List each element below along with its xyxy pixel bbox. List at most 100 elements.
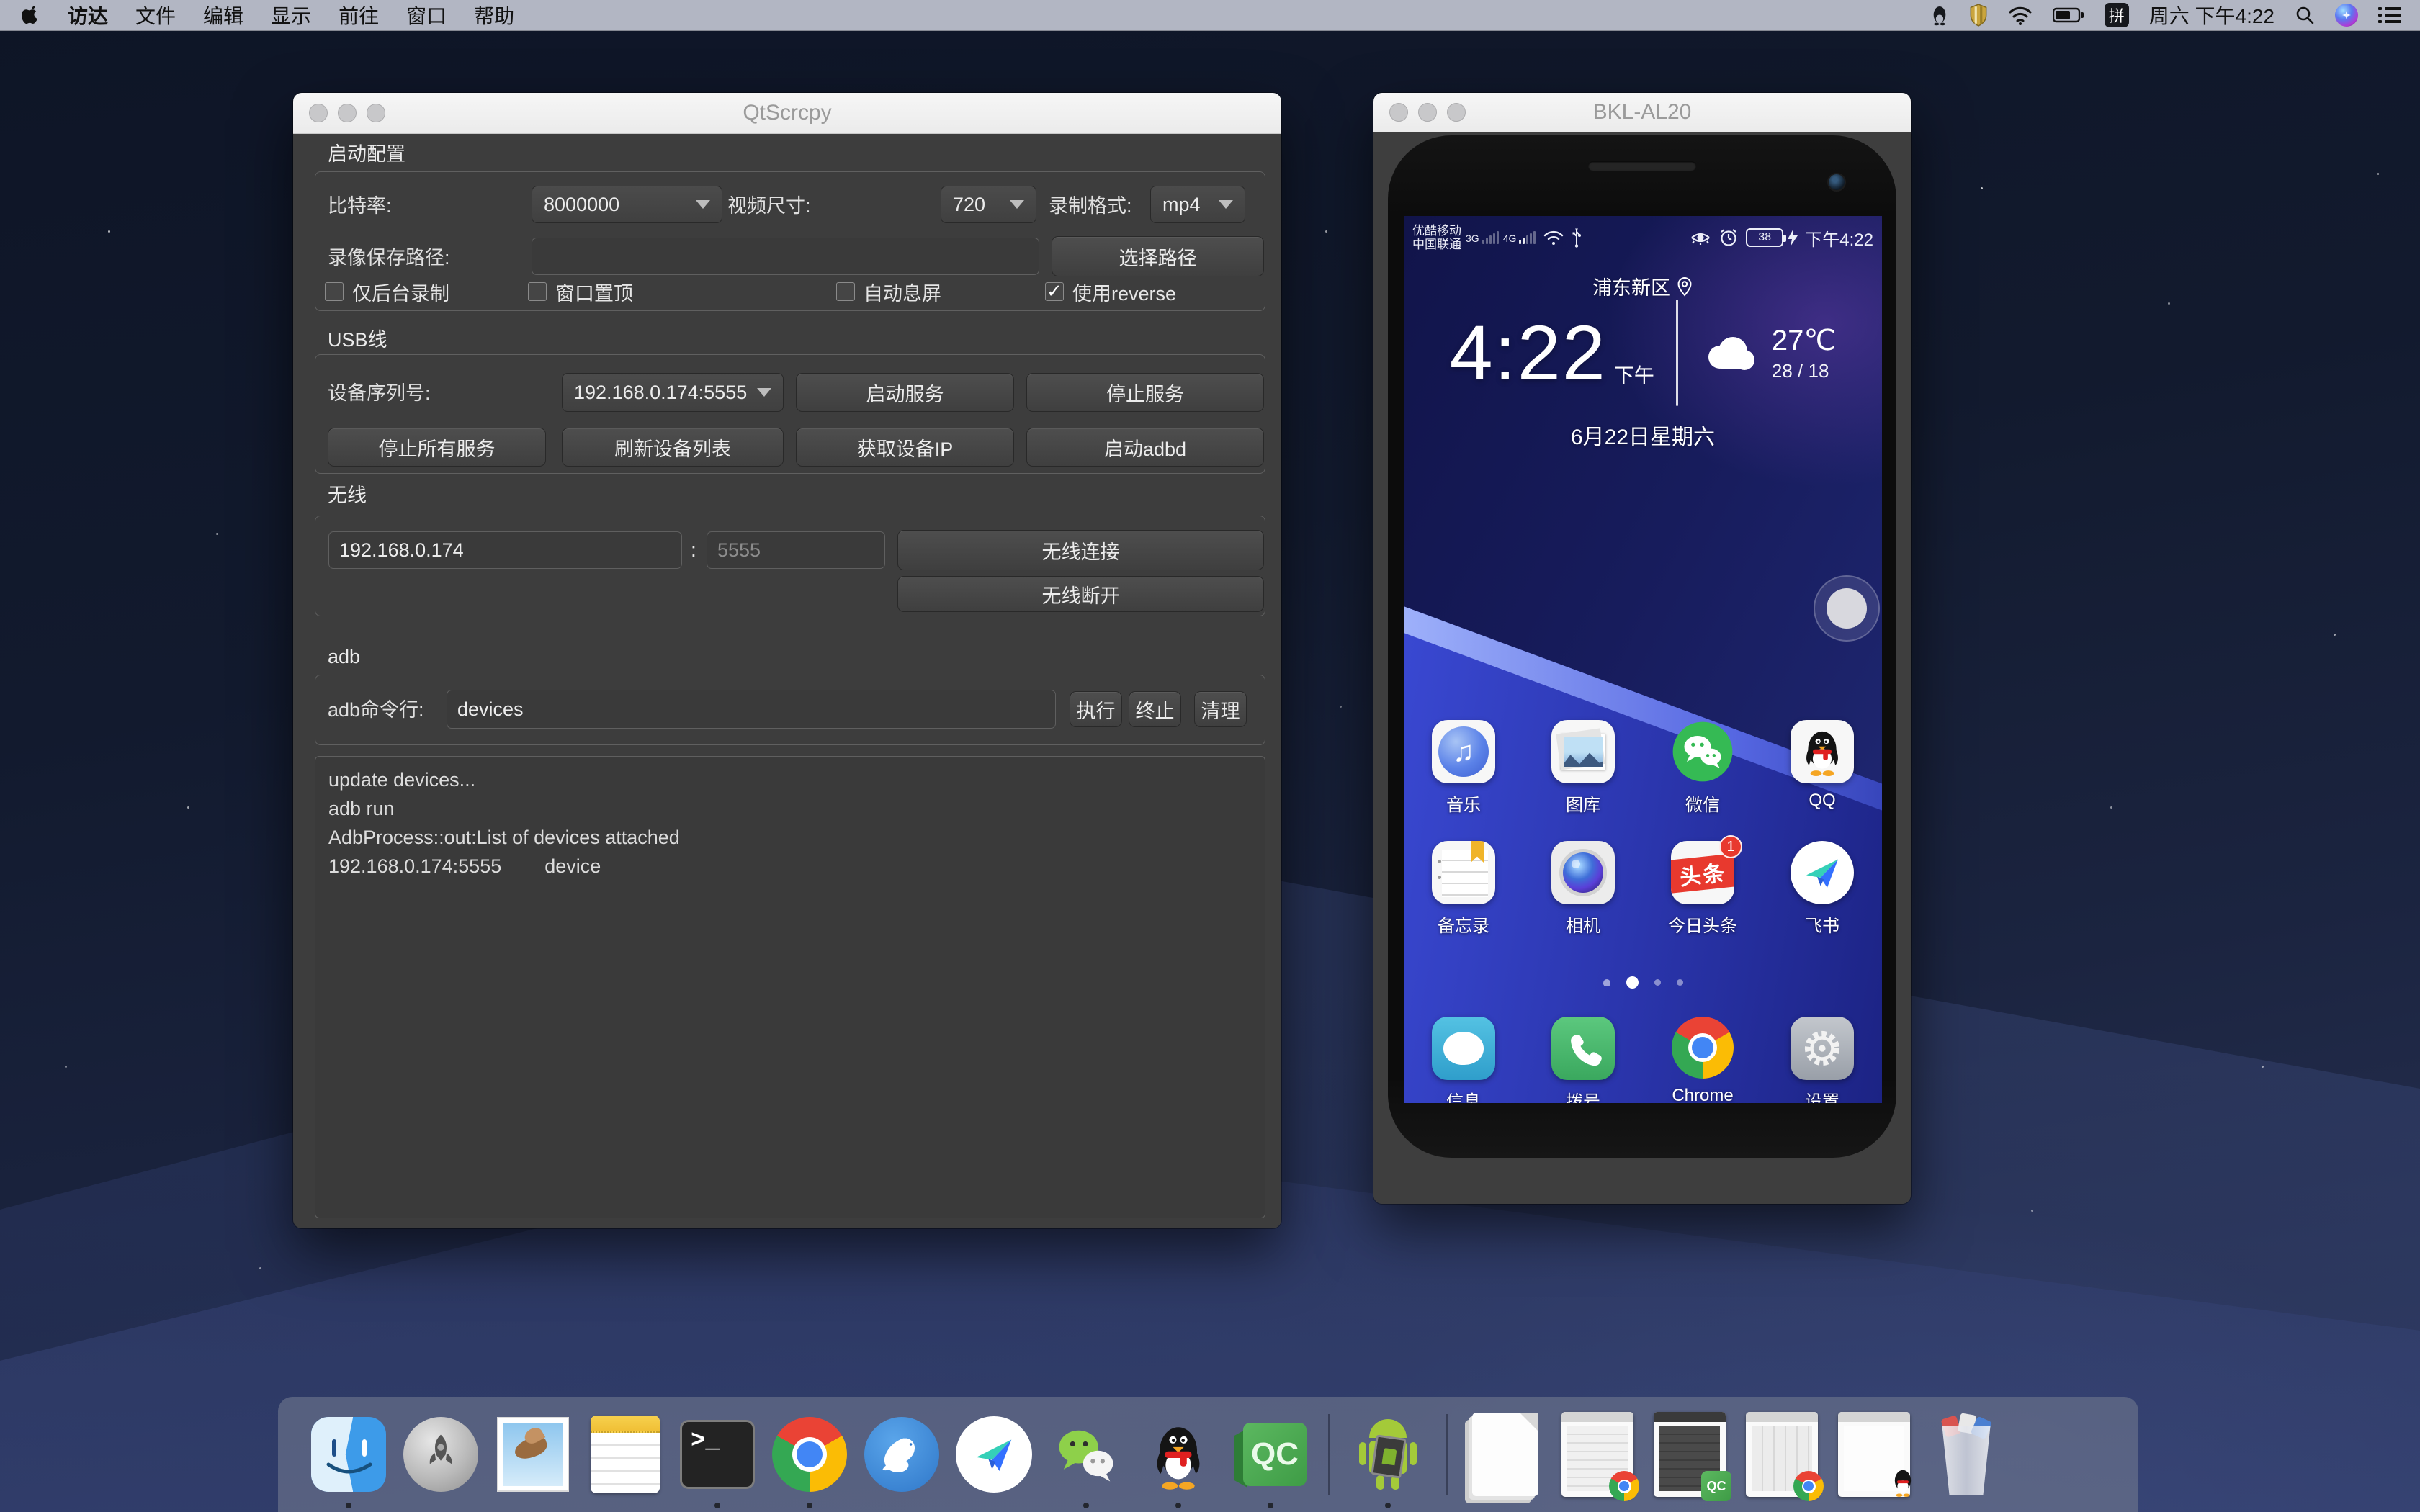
bitrate-select[interactable]: 8000000 — [532, 186, 722, 223]
dock-notes[interactable] — [579, 1397, 671, 1512]
app-music[interactable]: ♫ 音乐 — [1410, 720, 1518, 816]
dock-minimized-chrome-window[interactable] — [1551, 1397, 1644, 1512]
start-service-button[interactable]: 启动服务 — [796, 373, 1014, 412]
feishu-app-icon[interactable] — [1791, 841, 1854, 904]
video-size-select[interactable]: 720 — [941, 186, 1036, 223]
dock-trash[interactable] — [1920, 1397, 2012, 1512]
phone-window-titlebar[interactable]: BKL-AL20 — [1373, 93, 1911, 132]
dock-terminal[interactable]: >_ — [671, 1397, 763, 1512]
stop-all-services-button[interactable]: 停止所有服务 — [328, 428, 546, 467]
dock-launchpad[interactable] — [395, 1397, 487, 1512]
dock-feishu[interactable] — [948, 1397, 1040, 1512]
notes-app-icon[interactable] — [1432, 841, 1495, 904]
app-gallery[interactable]: 图库 — [1529, 720, 1637, 816]
dialer-app-icon[interactable] — [1551, 1017, 1615, 1080]
record-path-input[interactable] — [532, 238, 1039, 275]
zoom-button[interactable] — [1447, 103, 1466, 122]
app-dialer[interactable]: 拨号 — [1529, 1017, 1637, 1103]
clock-widget[interactable]: 4:22 下午 27℃ 28 / 18 — [1404, 295, 1882, 410]
menu-edit[interactable]: 编辑 — [203, 1, 243, 30]
start-adbd-button[interactable]: 启动adbd — [1026, 428, 1264, 467]
dock-wechat[interactable] — [1040, 1397, 1132, 1512]
app-settings[interactable]: 设置 — [1768, 1017, 1876, 1103]
checkbox-box[interactable] — [836, 282, 855, 301]
app-messages[interactable]: 信息 — [1410, 1017, 1518, 1103]
qq-statusbar-icon[interactable] — [1930, 4, 1949, 27]
checkbox-box[interactable] — [528, 282, 547, 301]
checkbox-background-record[interactable]: 仅后台录制 — [325, 281, 449, 302]
battery-icon[interactable] — [2053, 6, 2084, 24]
menu-go[interactable]: 前往 — [339, 1, 379, 30]
adb-log-output[interactable]: update devices... adb run AdbProcess::ou… — [315, 756, 1265, 1218]
refresh-devices-button[interactable]: 刷新设备列表 — [562, 428, 784, 467]
dock-qtscrcpy[interactable]: QC — [1224, 1397, 1317, 1512]
dock-minimized-qq-window[interactable] — [1828, 1397, 1920, 1512]
app-toutiao[interactable]: 头条 1 今日头条 — [1649, 841, 1757, 937]
adb-command-input[interactable] — [447, 690, 1056, 729]
app-wechat[interactable]: 微信 — [1649, 720, 1757, 816]
wireless-connect-button[interactable]: 无线连接 — [897, 530, 1264, 570]
menu-bar-clock[interactable]: 周六 下午4:22 — [2149, 1, 2275, 30]
page-dot[interactable] — [1677, 979, 1683, 986]
menu-file[interactable]: 文件 — [135, 1, 176, 30]
dock-minimized-qtscrcpy-window[interactable]: QC — [1644, 1397, 1736, 1512]
menu-finder[interactable]: 访达 — [68, 1, 108, 30]
zoom-button[interactable] — [367, 104, 385, 122]
wifi-icon[interactable] — [2008, 5, 2033, 25]
shield-statusbar-icon[interactable] — [1969, 4, 1988, 27]
close-button[interactable] — [1389, 103, 1408, 122]
app-chrome[interactable]: Chrome — [1649, 1017, 1757, 1103]
messages-app-icon[interactable] — [1432, 1017, 1495, 1080]
serial-select[interactable]: 192.168.0.174:5555 — [562, 373, 784, 412]
menu-view[interactable]: 显示 — [271, 1, 311, 30]
minimize-button[interactable] — [338, 104, 357, 122]
dock-finder[interactable] — [302, 1397, 395, 1512]
adb-stop-button[interactable]: 终止 — [1129, 691, 1181, 727]
stop-service-button[interactable]: 停止服务 — [1026, 373, 1264, 412]
close-button[interactable] — [309, 104, 328, 122]
wireless-disconnect-button[interactable]: 无线断开 — [897, 576, 1264, 612]
widget-date[interactable]: 6月22日星期六 — [1404, 419, 1882, 451]
app-notes[interactable]: 备忘录 — [1410, 841, 1518, 937]
checkbox-always-on-top[interactable]: 窗口置顶 — [528, 281, 633, 302]
menu-window[interactable]: 窗口 — [406, 1, 447, 30]
dock-documents-stack[interactable] — [1459, 1397, 1551, 1512]
checkbox-box-checked[interactable] — [1045, 282, 1064, 301]
checkbox-auto-screen-off[interactable]: 自动息屏 — [836, 281, 941, 302]
dock-qq[interactable] — [1132, 1397, 1224, 1512]
record-format-select[interactable]: mp4 — [1150, 186, 1245, 223]
wireless-port-input[interactable] — [707, 531, 885, 569]
wireless-ip-input[interactable] — [328, 531, 682, 569]
get-device-ip-button[interactable]: 获取设备IP — [796, 428, 1014, 467]
assistive-touch-ball[interactable] — [1814, 575, 1880, 642]
apple-menu-icon[interactable] — [22, 4, 40, 26]
app-qq[interactable]: QQ — [1768, 720, 1876, 816]
minimize-button[interactable] — [1418, 103, 1437, 122]
notification-center-icon[interactable] — [2378, 6, 2401, 24]
wechat-app-icon[interactable] — [1671, 720, 1734, 783]
phone-screen[interactable]: 优酷移动 中国联通 3G 4G — [1404, 216, 1882, 1103]
camera-app-icon[interactable] — [1551, 841, 1615, 904]
app-camera[interactable]: 相机 — [1529, 841, 1637, 937]
spotlight-icon[interactable] — [2295, 5, 2315, 25]
siri-icon[interactable] — [2335, 4, 2358, 27]
adb-execute-button[interactable]: 执行 — [1070, 691, 1122, 727]
settings-app-icon[interactable] — [1791, 1017, 1854, 1080]
music-app-icon[interactable]: ♫ — [1432, 720, 1495, 783]
dock-sealion-app[interactable] — [856, 1397, 948, 1512]
checkbox-use-reverse[interactable]: 使用reverse — [1045, 281, 1176, 302]
checkbox-box[interactable] — [325, 282, 344, 301]
gallery-app-icon[interactable] — [1551, 720, 1615, 783]
dock-minimized-chrome-window-2[interactable] — [1736, 1397, 1828, 1512]
menu-help[interactable]: 帮助 — [474, 1, 514, 30]
choose-path-button[interactable]: 选择路径 — [1052, 236, 1264, 276]
page-dot[interactable] — [1603, 979, 1610, 986]
input-method-icon[interactable]: 拼 — [2105, 3, 2129, 27]
chrome-app-icon[interactable] — [1672, 1017, 1734, 1079]
qq-app-icon[interactable] — [1791, 720, 1854, 783]
page-dot[interactable] — [1654, 979, 1661, 986]
dock-chrome[interactable] — [763, 1397, 856, 1512]
page-dot-active[interactable] — [1626, 976, 1639, 989]
qtscrcpy-titlebar[interactable]: QtScrcpy — [293, 93, 1281, 134]
adb-clear-button[interactable]: 清理 — [1194, 691, 1247, 727]
